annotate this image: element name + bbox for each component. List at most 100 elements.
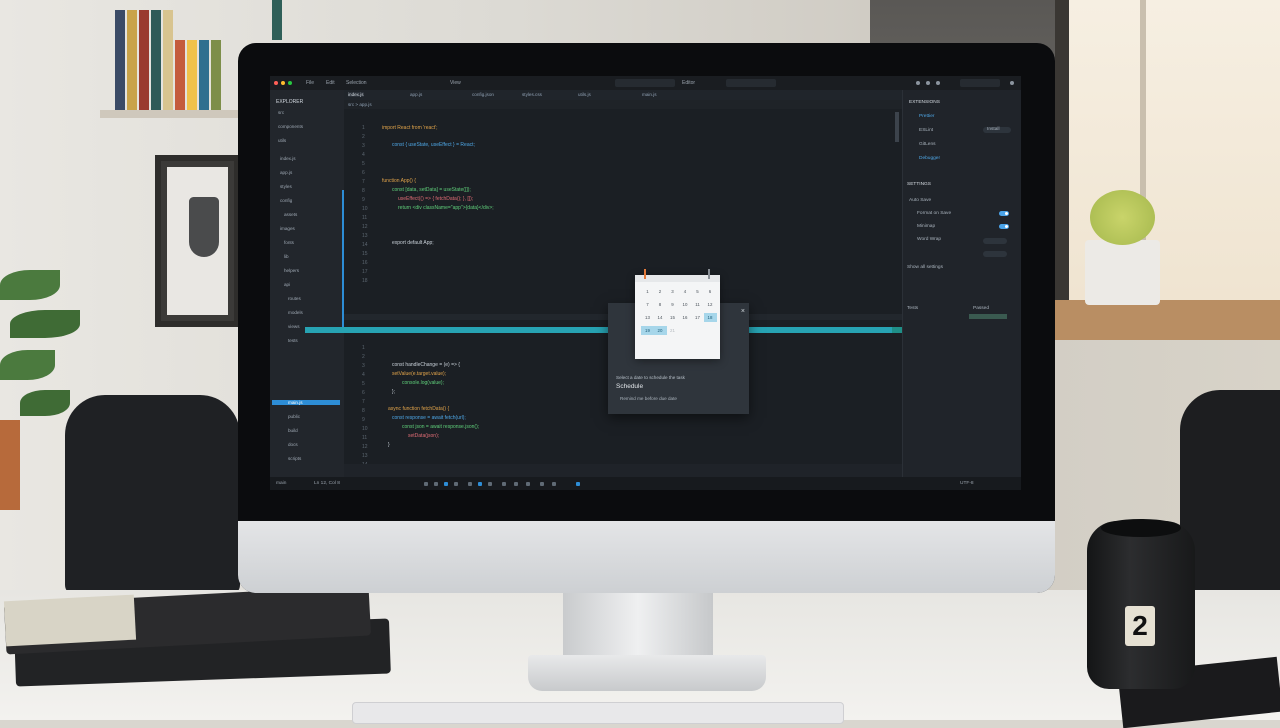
tab-main[interactable]: main.js — [642, 92, 657, 97]
setting-select[interactable] — [983, 251, 1007, 257]
explorer-item[interactable]: fonts — [284, 240, 294, 245]
menu-edit[interactable]: Edit — [326, 80, 335, 86]
extension-item[interactable]: GitLens — [919, 142, 936, 147]
code-line[interactable]: useEffect(() => { fetchData(); }, []); — [398, 196, 473, 202]
code-line[interactable]: function App() { — [382, 178, 416, 184]
close-icon[interactable]: × — [741, 308, 745, 315]
toggle-minimap[interactable] — [999, 224, 1009, 229]
explorer-item[interactable]: helpers — [284, 268, 299, 273]
code-line[interactable]: } — [388, 442, 390, 448]
explorer-item[interactable]: images — [280, 226, 295, 231]
explorer-item[interactable]: lib — [284, 254, 289, 259]
code-line[interactable]: console.log(value); — [402, 380, 444, 386]
maximize-window-icon[interactable] — [288, 81, 292, 85]
debug-icon[interactable] — [502, 482, 506, 486]
calendar-day[interactable]: 18 — [703, 313, 717, 322]
show-all-settings-link[interactable]: Show all settings — [907, 265, 943, 270]
explorer-item[interactable]: views — [288, 324, 300, 329]
terminal-icon[interactable] — [468, 482, 472, 486]
explorer-item[interactable]: utils — [278, 138, 286, 143]
calendar-day[interactable]: 5 — [691, 287, 704, 296]
calendar-day[interactable]: 3 — [666, 287, 679, 296]
calendar-day[interactable]: 1 — [641, 287, 654, 296]
calendar-day[interactable]: 10 — [679, 300, 692, 309]
explorer-item[interactable]: models — [288, 310, 303, 315]
explorer-item[interactable]: build — [288, 428, 298, 433]
editor-scrollbar[interactable] — [895, 112, 899, 142]
tab-app[interactable]: app.js — [410, 92, 422, 97]
code-line[interactable]: setValue(e.target.value); — [392, 371, 446, 377]
bell-icon[interactable] — [936, 81, 940, 85]
calendar-day[interactable]: 19 — [641, 326, 654, 335]
search-icon[interactable] — [488, 482, 492, 486]
explorer-item[interactable]: api — [284, 282, 290, 287]
explorer-item[interactable]: scripts — [288, 456, 301, 461]
code-line[interactable]: export default App; — [392, 240, 434, 246]
sync-icon[interactable] — [444, 482, 448, 486]
calendar-day[interactable]: 14 — [654, 313, 667, 322]
code-line[interactable]: import React from 'react'; — [382, 125, 438, 131]
encoding-status[interactable]: UTF-8 — [960, 481, 974, 486]
tab-config[interactable]: config.json — [472, 92, 494, 97]
minimize-window-icon[interactable] — [281, 81, 285, 85]
calendar-day[interactable]: 11 — [691, 300, 704, 309]
close-window-icon[interactable] — [274, 81, 278, 85]
tab-styles[interactable]: styles.css — [522, 92, 542, 97]
file-icon[interactable] — [540, 482, 544, 486]
extension-item[interactable]: Prettier — [919, 114, 934, 119]
tab-utils[interactable]: utils.js — [578, 92, 591, 97]
calendar-day[interactable]: 16 — [679, 313, 692, 322]
code-line[interactable]: const { useState, useEffect } = React; — [392, 142, 475, 148]
explorer-item[interactable]: index.js — [280, 156, 296, 161]
settings-icon[interactable] — [916, 81, 920, 85]
branch-status[interactable]: main — [276, 481, 286, 486]
warning-icon[interactable] — [434, 482, 438, 486]
extensions-icon[interactable] — [514, 482, 518, 486]
calendar-day[interactable]: 15 — [666, 313, 679, 322]
calendar-day[interactable]: 17 — [691, 313, 704, 322]
explorer-item-active[interactable]: main.js — [272, 400, 340, 405]
code-line[interactable]: const json = await response.json(); — [402, 424, 479, 430]
date-picker[interactable]: 1 2 3 4 5 6 7 8 9 10 11 12 13 14 15 16 17 18 19 20 21 — [635, 269, 720, 359]
tab-index[interactable]: index.js — [348, 92, 364, 97]
calendar-day[interactable]: 9 — [666, 300, 679, 309]
calendar-day[interactable]: 4 — [679, 287, 692, 296]
calendar-day[interactable]: 13 — [641, 313, 654, 322]
format-icon[interactable] — [526, 482, 530, 486]
code-line[interactable]: setData(json); — [408, 433, 439, 439]
dialog-option[interactable]: Remind me before due date — [620, 396, 677, 401]
code-line[interactable]: async function fetchData() { — [388, 406, 449, 412]
code-line[interactable]: const handleChange = (e) => { — [392, 362, 460, 368]
menu-selection[interactable]: Selection — [346, 80, 367, 86]
calendar-day[interactable]: 12 — [704, 300, 717, 309]
code-line[interactable]: return <div className="app">{data}</div>… — [398, 205, 494, 211]
bell-icon[interactable] — [454, 482, 458, 486]
calendar-day[interactable]: 20 — [653, 326, 667, 335]
explorer-item[interactable]: public — [288, 414, 300, 419]
breadcrumb[interactable]: src > app.js — [348, 102, 372, 107]
git-icon[interactable] — [478, 482, 482, 486]
explorer-item[interactable]: styles — [280, 184, 292, 189]
calendar-day[interactable]: 21 — [666, 326, 679, 335]
explorer-item[interactable]: app.js — [280, 170, 292, 175]
live-share-icon[interactable] — [576, 482, 580, 486]
cursor-position[interactable]: Ln 12, Col 8 — [314, 481, 340, 486]
toggle-format-on-save[interactable] — [999, 211, 1009, 216]
calendar-day[interactable]: 2 — [654, 287, 667, 296]
copy-icon[interactable] — [552, 482, 556, 486]
code-line[interactable]: const response = await fetch(url); — [392, 415, 466, 421]
code-line[interactable]: const [data, setData] = useState([]); — [392, 187, 471, 193]
explorer-item[interactable]: config — [280, 198, 292, 203]
menu-view[interactable]: View — [450, 80, 461, 86]
explorer-item[interactable]: tests — [288, 338, 298, 343]
code-line[interactable]: }; — [392, 389, 395, 395]
search-input[interactable] — [615, 79, 675, 87]
explorer-item[interactable]: routes — [288, 296, 301, 301]
account-icon[interactable] — [926, 81, 930, 85]
explorer-item[interactable]: assets — [284, 212, 297, 217]
profile-button[interactable] — [960, 79, 1000, 87]
error-icon[interactable] — [424, 482, 428, 486]
menu-file[interactable]: File — [306, 80, 314, 86]
explorer-item[interactable]: src — [278, 110, 284, 115]
command-center[interactable] — [726, 79, 776, 87]
